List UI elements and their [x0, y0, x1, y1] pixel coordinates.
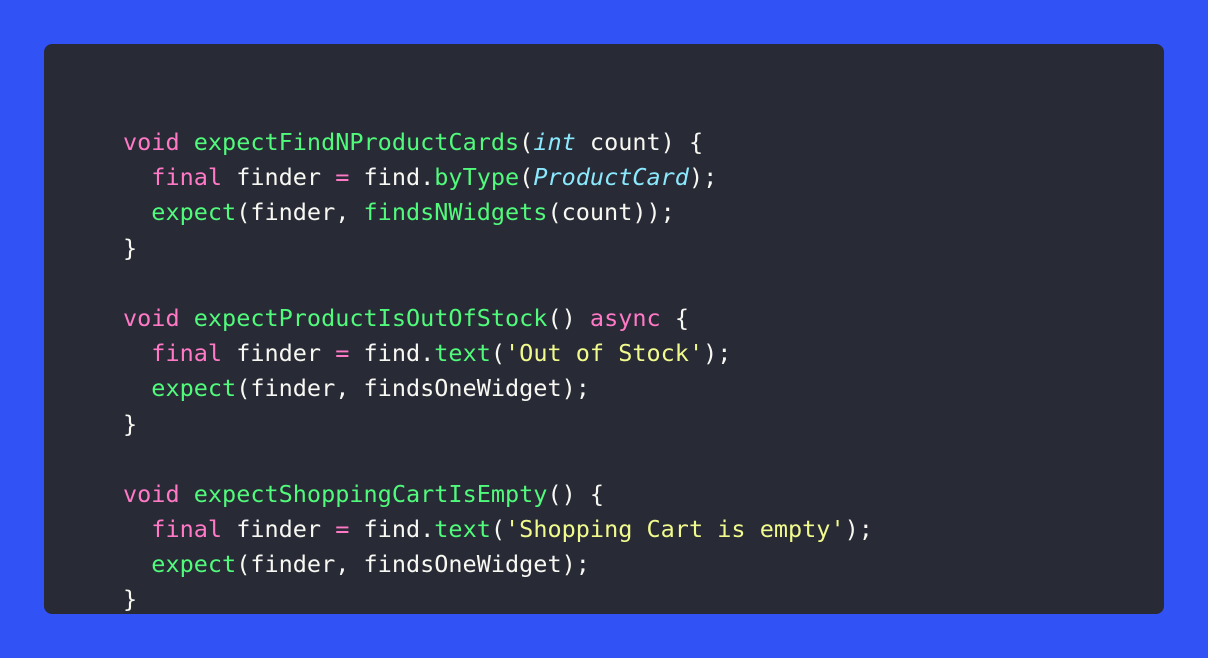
code-token: (	[519, 128, 534, 156]
code-token: }	[123, 585, 138, 614]
code-line: final finder = find.text('Shopping Cart …	[123, 512, 1164, 547]
code-token: find.	[349, 515, 435, 544]
code-token: find.	[349, 163, 435, 192]
code-token: expectProductIsOutOfStock	[193, 303, 548, 332]
code-token: int	[533, 128, 576, 156]
code-token: (	[490, 339, 506, 368]
code-token: void	[123, 128, 180, 156]
code-line: }	[123, 407, 1164, 442]
code-token: {	[660, 303, 689, 332]
code-line: void expectShoppingCartIsEmpty() {	[123, 477, 1164, 512]
code-token: final	[151, 515, 223, 544]
code-token: );	[703, 339, 732, 368]
code-line: expect(finder, findsOneWidget);	[123, 547, 1164, 582]
code-block: void expectFindNProductCards(int count) …	[123, 125, 1164, 618]
code-token: 'Shopping Cart is empty'	[505, 515, 845, 544]
code-token: () {	[547, 479, 605, 508]
code-token: void	[123, 479, 180, 508]
code-token: expectFindNProductCards	[193, 128, 520, 156]
code-token: =	[335, 515, 350, 544]
code-token: final	[151, 339, 223, 368]
code-line: void expectFindNProductCards(int count) …	[123, 125, 1164, 160]
code-token: );	[844, 515, 873, 544]
code-token: finder	[222, 163, 336, 192]
code-token: (count));	[547, 198, 675, 227]
code-token: count) {	[575, 128, 704, 156]
code-token: (finder, findsOneWidget);	[236, 550, 590, 579]
code-token: expectShoppingCartIsEmpty	[193, 479, 548, 508]
code-token: expect	[151, 550, 237, 579]
code-token: expect	[151, 374, 237, 403]
code-token: text	[434, 515, 491, 544]
code-token: finder	[222, 339, 336, 368]
code-token: finder	[222, 515, 336, 544]
code-token: expect	[151, 198, 237, 227]
code-line: final finder = find.byType(ProductCard);	[123, 160, 1164, 195]
code-token: text	[434, 339, 491, 368]
code-token: final	[151, 163, 223, 192]
code-token: async	[589, 303, 661, 332]
code-line: }	[123, 231, 1164, 266]
code-line: expect(finder, findsNWidgets(count));	[123, 195, 1164, 230]
code-line: void expectProductIsOutOfStock() async {	[123, 301, 1164, 336]
code-token: (finder, findsOneWidget);	[236, 374, 590, 403]
code-token: findsNWidgets	[363, 198, 548, 227]
code-token: (finder,	[236, 198, 364, 227]
code-token: =	[335, 339, 350, 368]
code-token: }	[123, 409, 138, 438]
code-line: }	[123, 582, 1164, 617]
code-token: find.	[349, 339, 435, 368]
code-token: =	[335, 163, 350, 192]
code-token: ProductCard	[533, 163, 689, 192]
code-token: 'Out of Stock'	[505, 339, 704, 368]
code-token: void	[123, 303, 180, 332]
code-line: final finder = find.text('Out of Stock')…	[123, 336, 1164, 371]
code-token: );	[688, 163, 718, 192]
code-snippet-window: void expectFindNProductCards(int count) …	[44, 44, 1164, 614]
code-token: (	[519, 163, 534, 192]
code-line: expect(finder, findsOneWidget);	[123, 371, 1164, 406]
code-token: ()	[547, 303, 590, 332]
page-background: void expectFindNProductCards(int count) …	[0, 0, 1208, 658]
code-token: }	[123, 233, 138, 262]
code-token: (	[490, 515, 506, 544]
code-token: byType	[434, 163, 520, 192]
